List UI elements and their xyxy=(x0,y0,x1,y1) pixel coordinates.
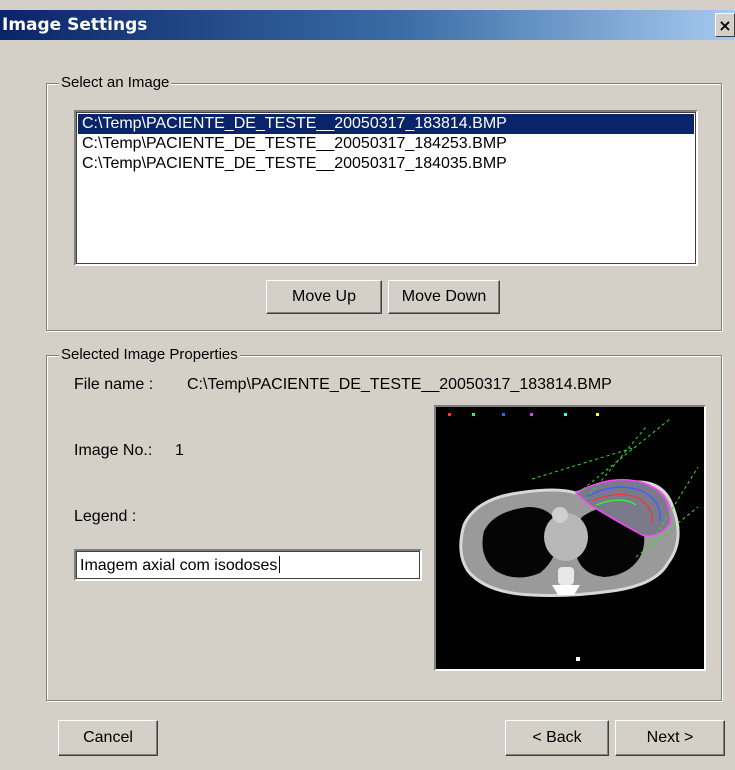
ct-scan-preview-svg xyxy=(436,407,704,669)
image-number-value: 1 xyxy=(175,442,184,459)
ct-scan-image xyxy=(434,405,706,671)
file-name-label: File name : xyxy=(74,376,154,393)
list-item[interactable]: C:\Temp\PACIENTE_DE_TESTE__20050317_1842… xyxy=(78,134,694,154)
select-image-group-label: Select an Image xyxy=(59,73,172,93)
image-settings-dialog: Image Settings × Select an Image C:\Temp… xyxy=(0,0,735,770)
close-icon: × xyxy=(718,16,732,35)
move-up-button[interactable]: Move Up xyxy=(266,280,382,314)
image-properties-group-label: Selected Image Properties xyxy=(59,345,240,365)
list-item[interactable]: C:\Temp\PACIENTE_DE_TESTE__20050317_1838… xyxy=(78,114,694,134)
back-button[interactable]: < Back xyxy=(505,720,609,756)
cancel-button[interactable]: Cancel xyxy=(58,720,158,756)
legend-input-value: Imagem axial com isodoses xyxy=(80,557,278,574)
move-down-button[interactable]: Move Down xyxy=(388,280,500,314)
image-list[interactable]: C:\Temp\PACIENTE_DE_TESTE__20050317_1838… xyxy=(74,110,698,266)
next-button[interactable]: Next > xyxy=(615,720,725,756)
window-title: Image Settings xyxy=(2,15,148,35)
legend-input[interactable]: Imagem axial com isodoses xyxy=(74,549,422,581)
file-name-value: C:\Temp\PACIENTE_DE_TESTE__20050317_1838… xyxy=(187,376,612,393)
text-caret xyxy=(279,556,281,573)
title-bar[interactable]: Image Settings × xyxy=(0,10,735,40)
close-button[interactable]: × xyxy=(715,13,735,37)
legend-label: Legend : xyxy=(74,508,137,525)
list-item[interactable]: C:\Temp\PACIENTE_DE_TESTE__20050317_1840… xyxy=(78,154,694,174)
image-number-label: Image No.: xyxy=(74,442,153,459)
